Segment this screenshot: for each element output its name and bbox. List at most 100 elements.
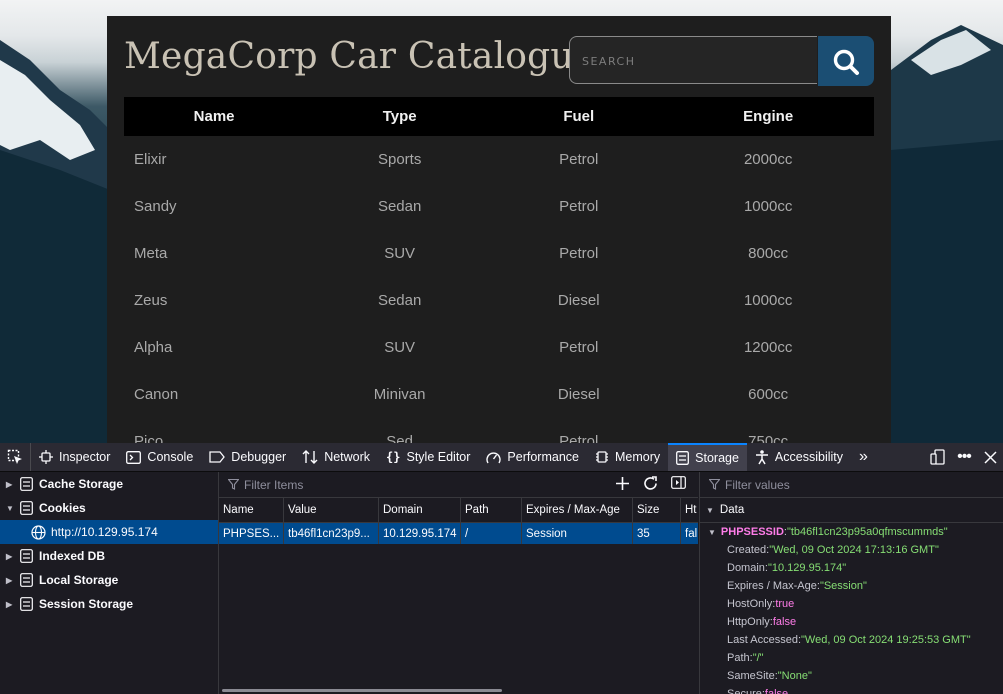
toggle-sidebar-button[interactable] xyxy=(664,476,692,491)
tab-style-editor[interactable]: {} Style Editor xyxy=(378,443,478,471)
tab-inspector[interactable]: Inspector xyxy=(31,443,118,471)
column-header[interactable]: Name xyxy=(219,498,284,522)
data-section-header[interactable]: ▼ Data xyxy=(700,498,1003,523)
tab-performance[interactable]: Performance xyxy=(478,443,587,471)
devtools-controls: ••• xyxy=(925,443,1003,471)
tab-label: Memory xyxy=(614,450,661,464)
refresh-icon xyxy=(643,476,657,490)
database-icon xyxy=(20,549,33,563)
tree-item-label: Session Storage xyxy=(39,597,134,611)
data-value: "Wed, 09 Oct 2024 19:25:53 GMT" xyxy=(801,634,971,646)
table-cell: Canon xyxy=(134,386,179,403)
data-field[interactable]: SameSite: "None" xyxy=(700,667,1003,685)
collapse-arrow-icon: ▼ xyxy=(6,503,14,513)
column-header[interactable]: Name xyxy=(124,97,304,136)
more-tools-button[interactable]: » xyxy=(851,443,876,471)
data-field[interactable]: HttpOnly: false xyxy=(700,613,1003,631)
data-value: true xyxy=(775,598,795,610)
tree-item-label: Indexed DB xyxy=(39,549,106,563)
plus-icon xyxy=(615,477,629,490)
data-field[interactable]: HostOnly: true xyxy=(700,595,1003,613)
responsive-design-button[interactable] xyxy=(925,449,951,465)
database-icon xyxy=(20,573,33,587)
refresh-button[interactable] xyxy=(636,476,664,491)
column-header[interactable]: Domain xyxy=(379,498,461,522)
tree-item-local-storage[interactable]: ▶ Local Storage xyxy=(0,568,218,592)
filter-items-field[interactable]: Filter Items xyxy=(219,478,303,492)
add-item-button[interactable] xyxy=(608,476,636,491)
search-field[interactable] xyxy=(569,36,817,84)
web-page: MegaCorp Car Catalogue Name Type Fuel En… xyxy=(0,0,1003,443)
tree-item-cache-storage[interactable]: ▶ Cache Storage xyxy=(0,472,218,496)
table-cell: Petrol xyxy=(559,339,599,356)
column-header[interactable]: Expires / Max-Age xyxy=(522,498,633,522)
horizontal-scrollbar[interactable] xyxy=(222,689,502,692)
column-header[interactable]: Value xyxy=(284,498,379,522)
table-cell: SUV xyxy=(384,245,416,262)
data-field[interactable]: Path: "/" xyxy=(700,649,1003,667)
data-field[interactable]: Last Accessed: "Wed, 09 Oct 2024 19:25:53… xyxy=(700,631,1003,649)
column-header[interactable]: Size xyxy=(633,498,681,522)
data-key: HttpOnly xyxy=(727,616,770,628)
table-cell: Pico xyxy=(134,433,164,443)
expand-arrow-icon: ▶ xyxy=(6,575,13,585)
search-button[interactable] xyxy=(818,36,874,86)
column-header[interactable]: Fuel xyxy=(495,97,662,136)
globe-icon xyxy=(31,524,46,540)
element-picker-button[interactable] xyxy=(0,443,31,471)
search-icon xyxy=(833,49,859,75)
tab-memory[interactable]: Memory xyxy=(587,443,668,471)
tab-storage[interactable]: Storage xyxy=(668,443,747,471)
responsive-design-icon xyxy=(930,449,945,465)
storage-icon xyxy=(676,451,690,465)
table-cell: 1000cc xyxy=(743,292,793,309)
data-key: Domain xyxy=(727,562,765,574)
memory-icon xyxy=(595,450,609,464)
mountain-right-image xyxy=(891,25,1003,443)
column-header[interactable]: Path xyxy=(461,498,522,522)
tree-item-cookie-host[interactable]: http://10.129.95.174 xyxy=(0,520,218,544)
database-icon xyxy=(20,501,33,515)
cookie-httponly-cell: fal xyxy=(685,527,698,540)
tab-accessibility[interactable]: Accessibility xyxy=(747,443,851,471)
data-value: "/" xyxy=(752,652,764,664)
column-header[interactable]: Ht xyxy=(681,498,698,522)
table-cell: Alpha xyxy=(134,339,173,356)
table-row: Pico Sed Petrol 750cc xyxy=(124,418,874,443)
table-cell: Sports xyxy=(377,151,422,168)
tree-item-indexed-db[interactable]: ▶ Indexed DB xyxy=(0,544,218,568)
data-field[interactable]: Secure: false xyxy=(700,685,1003,694)
column-header[interactable]: Type xyxy=(304,97,495,136)
data-value: "Session" xyxy=(819,580,867,592)
tree-item-cookies[interactable]: ▼ Cookies xyxy=(0,496,218,520)
data-field[interactable]: Created: "Wed, 09 Oct 2024 17:13:16 GMT" xyxy=(700,541,1003,559)
filter-values-field[interactable]: Filter values xyxy=(700,472,1003,498)
cookie-expires-cell: Session xyxy=(522,523,633,544)
database-icon xyxy=(20,477,33,491)
expand-arrow-icon: ▶ xyxy=(6,551,13,561)
tree-item-session-storage[interactable]: ▶ Session Storage xyxy=(0,592,218,616)
tab-debugger[interactable]: Debugger xyxy=(201,443,294,471)
cookie-row[interactable]: PHPSES... tb46fl1cn23p9... 10.129.95.174… xyxy=(219,523,698,544)
data-field[interactable]: Domain: "10.129.95.174" xyxy=(700,559,1003,577)
table-cell: Minivan xyxy=(373,386,426,403)
console-icon xyxy=(126,450,142,464)
close-devtools-button[interactable] xyxy=(977,450,1003,464)
performance-icon xyxy=(486,451,502,464)
data-value: "None" xyxy=(777,670,812,682)
cookie-name-cell: PHPSES... xyxy=(219,523,284,544)
table-cell: Zeus xyxy=(134,292,168,309)
tree-item-label: Local Storage xyxy=(39,573,119,587)
cookies-table-panel: Filter Items Name Value Domain Path Expi… xyxy=(219,472,698,694)
double-chevron-right-icon: » xyxy=(859,448,868,465)
options-button[interactable]: ••• xyxy=(951,448,977,466)
cookies-actions xyxy=(608,476,692,491)
tab-console[interactable]: Console xyxy=(118,443,201,471)
table-cell: Petrol xyxy=(559,245,599,262)
data-value: false xyxy=(764,688,789,694)
column-header[interactable]: Engine xyxy=(662,97,874,136)
data-field[interactable]: Expires / Max-Age: "Session" xyxy=(700,577,1003,595)
search-input[interactable] xyxy=(580,54,804,69)
tab-network[interactable]: Network xyxy=(294,443,378,471)
data-root-entry[interactable]: ▼ PHPSESSID: "tb46fl1cn23p95a0qfmscummds" xyxy=(700,523,1003,541)
